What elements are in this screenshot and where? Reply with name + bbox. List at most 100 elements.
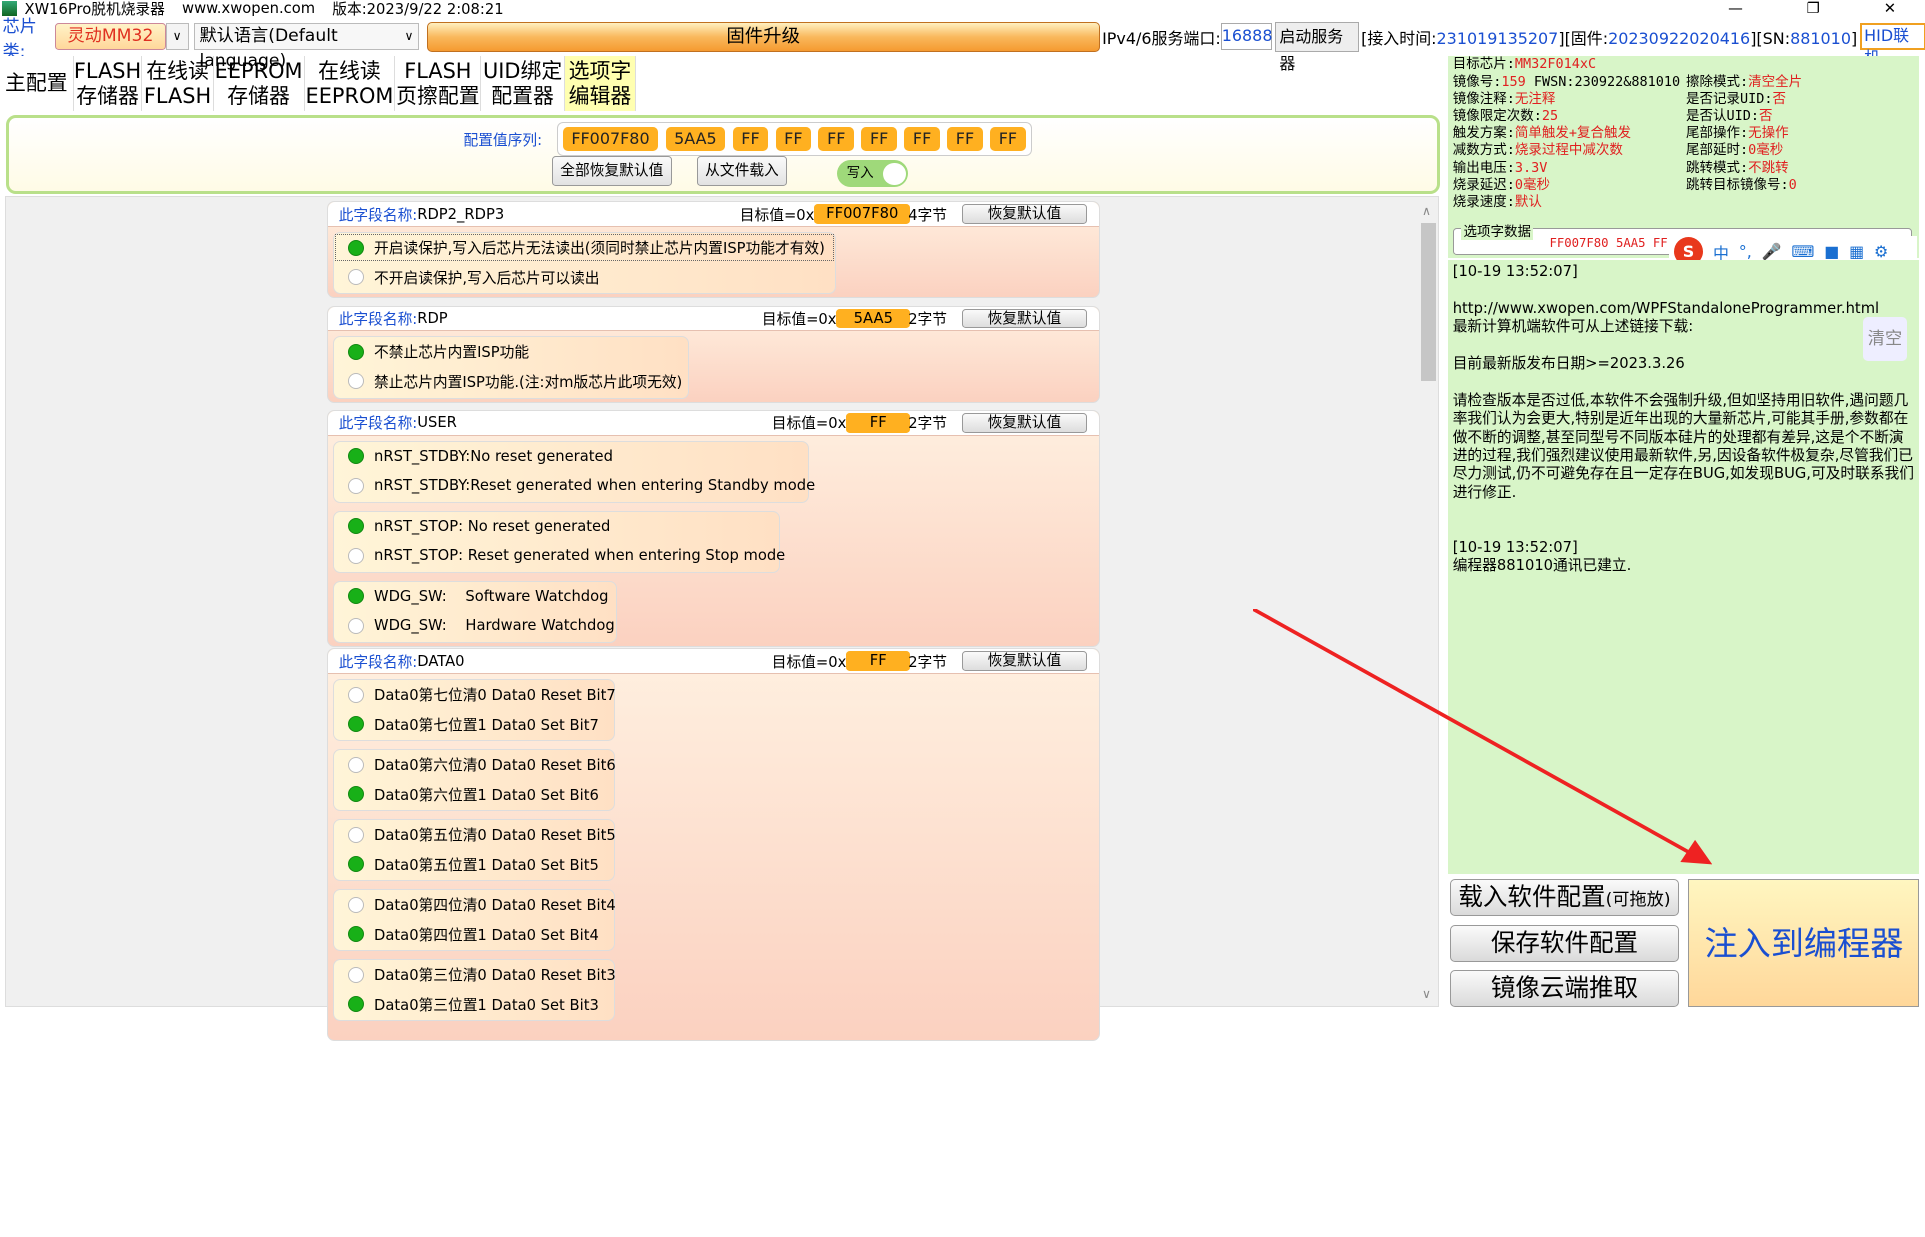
info-value: 0毫秒 [1748,142,1784,159]
tab-4[interactable]: 在线读 EEPROM [305,56,396,111]
config-seq-value[interactable]: 5AA5 [665,126,726,152]
radio-unchecked-icon[interactable] [348,826,365,843]
option-item[interactable]: nRST_STOP: No reset generated [334,512,779,541]
option-item[interactable]: Data0第三位置1 Data0 Set Bit3 [334,989,614,1018]
scroll-down-icon[interactable]: ∨ [1422,987,1431,1001]
save-config-button[interactable]: 保存软件配置 [1450,924,1679,962]
radio-unchecked-icon[interactable] [348,269,365,286]
option-item[interactable]: Data0第七位置1 Data0 Set Bit7 [334,709,614,738]
clear-log-button[interactable]: 清空 [1862,316,1908,362]
tab-5[interactable]: FLASH 页擦配置 [395,56,482,111]
option-item[interactable]: 开启读保护,写入后芯片无法读出(须同时禁止芯片内置ISP功能才有效) [334,233,835,262]
option-label: Data0第七位清0 Data0 Reset Bit7 [374,687,616,705]
close-icon[interactable]: ✕ [1884,0,1896,17]
target-value: 5AA5 [836,308,911,329]
tab-7[interactable]: 选项字 编辑器 [564,56,637,111]
config-seq-value[interactable]: FF [732,126,769,152]
tab-6[interactable]: UID绑定 配置器 [481,56,565,111]
option-item[interactable]: Data0第四位置1 Data0 Set Bit4 [334,919,614,948]
vertical-scrollbar[interactable]: ∧ ∨ [1420,204,1437,1007]
load-config-button[interactable]: 载入软件配置(可拖放) [1450,879,1679,917]
config-seq-value[interactable]: FF [990,126,1026,152]
option-item[interactable]: Data0第三位清0 Data0 Reset Bit3 [334,960,616,989]
skin-icon[interactable]: ■ [1824,242,1839,261]
fw-label: ][固件: [1558,28,1609,48]
punctuation-icon[interactable]: °, [1739,242,1752,261]
info-key: 烧录速度: [1452,193,1515,210]
radio-unchecked-icon[interactable] [348,686,365,703]
radio-checked-icon[interactable] [348,518,365,535]
field-bytes: 4字节 [908,206,947,224]
minimize-icon[interactable]: — [1728,0,1743,17]
radio-unchecked-icon[interactable] [348,617,365,634]
write-toggle[interactable]: 写入 [836,160,909,188]
scroll-thumb[interactable] [1420,223,1436,381]
hid-connect-button[interactable]: HID联机 [1859,23,1925,67]
option-item[interactable]: Data0第五位清0 Data0 Reset Bit5 [334,820,616,849]
start-server-button[interactable]: 启动服务器 [1274,22,1359,73]
restore-default-button[interactable]: 恢复默认值 [961,308,1087,329]
option-item[interactable]: 不禁止芯片内置ISP功能 [334,337,688,366]
keyboard-icon[interactable]: ⌨ [1791,242,1814,261]
scroll-up-icon[interactable]: ∧ [1422,204,1431,218]
radio-checked-icon[interactable] [348,716,365,733]
tab-label-line1: 选项字 [568,58,632,83]
restore-default-button[interactable]: 恢复默认值 [961,204,1087,224]
firmware-upgrade-button[interactable]: 固件升级 [426,22,1100,52]
option-item[interactable]: WDG_SW: Software Watchdog [334,582,617,611]
config-seq-value[interactable]: FF [775,126,812,152]
option-item[interactable]: nRST_STOP: Reset generated when entering… [334,541,785,570]
config-seq-value[interactable]: FF [947,126,983,152]
radio-checked-icon[interactable] [348,239,365,256]
restore-default-button[interactable]: 恢复默认值 [961,413,1087,433]
option-item[interactable]: WDG_SW: Hardware Watchdog [334,611,617,640]
radio-checked-icon[interactable] [348,856,365,872]
service-port-input[interactable]: 16888 [1220,23,1272,51]
config-value-panel: 配置值序列: FF007F80 5AA5 FF FF FF FF FF FF FF 全部恢复默认… [6,115,1441,194]
tab-3[interactable]: EEPROM 存储器 [214,56,305,111]
radio-checked-icon[interactable] [348,996,365,1012]
radio-checked-icon[interactable] [348,786,365,802]
radio-checked-icon[interactable] [348,448,365,465]
config-seq-value[interactable]: FF [904,126,940,152]
option-item[interactable]: Data0第五位置1 Data0 Set Bit5 [334,849,614,878]
microphone-icon[interactable]: 🎤 [1762,242,1782,261]
tab-0[interactable]: 主配置 [0,56,74,111]
radio-unchecked-icon[interactable] [348,547,365,564]
radio-unchecked-icon[interactable] [348,896,365,913]
tab-label-line1: 在线读 [146,58,209,83]
option-item[interactable]: nRST_STDBY:Reset generated when entering… [334,471,815,500]
option-item[interactable]: Data0第四位清0 Data0 Reset Bit4 [334,890,616,919]
option-item[interactable]: Data0第六位置1 Data0 Set Bit6 [334,779,614,808]
radio-checked-icon[interactable] [348,343,365,360]
radio-checked-icon[interactable] [348,588,365,605]
chip-dropdown-icon[interactable]: ∨ [165,23,189,51]
grid-icon[interactable]: ▦ [1849,242,1864,261]
load-from-file-button[interactable]: 从文件载入 [696,156,788,186]
restore-default-button[interactable]: 恢复默认值 [961,651,1087,671]
tab-1[interactable]: FLASH 存储器 [74,56,143,111]
language-select[interactable]: 默认语言(Default language) ∨ [193,23,420,71]
option-item[interactable]: Data0第七位清0 Data0 Reset Bit7 [334,680,616,709]
option-item[interactable]: nRST_STDBY:No reset generated [334,442,808,471]
option-item[interactable]: Data0第六位清0 Data0 Reset Bit6 [334,750,616,779]
window-controls: — ❐ ✕ [1728,0,1913,17]
config-seq-value[interactable]: FF [818,126,855,152]
gear-icon[interactable]: ⚙ [1874,242,1888,261]
radio-unchecked-icon[interactable] [348,373,365,390]
radio-unchecked-icon[interactable] [348,477,365,494]
config-seq-value[interactable]: FF007F80 [562,126,659,152]
option-item[interactable]: 禁止芯片内置ISP功能.(注:对m版芯片此项无效) [334,367,688,396]
restore-all-button[interactable]: 全部恢复默认值 [551,156,672,186]
config-seq-value[interactable]: FF [861,126,897,152]
tab-2[interactable]: 在线读 FLASH [142,56,214,111]
cloud-fetch-button[interactable]: 镜像云端推取 [1450,970,1679,1007]
chip-type-select[interactable]: 灵动MM32 [55,23,166,51]
info-value: 无操作 [1748,125,1789,142]
radio-unchecked-icon[interactable] [348,756,365,773]
inject-to-programmer-button[interactable]: 注入到编程器 [1688,879,1920,1007]
restore-icon[interactable]: ❐ [1807,0,1820,17]
option-item[interactable]: 不开启读保护,写入后芯片可以读出 [334,262,835,291]
radio-checked-icon[interactable] [348,926,365,942]
radio-unchecked-icon[interactable] [348,966,365,983]
